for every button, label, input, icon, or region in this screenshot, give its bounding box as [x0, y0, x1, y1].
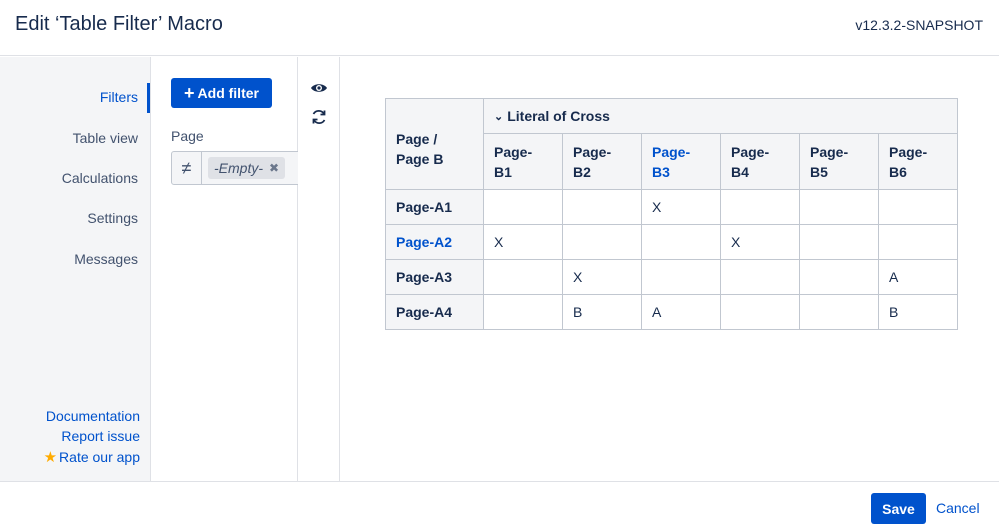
- sidebar-item-settings[interactable]: Settings: [87, 210, 138, 226]
- filter-value-chip: -Empty- ✖: [208, 157, 286, 179]
- row-header[interactable]: Page-A1: [385, 189, 484, 225]
- column-header[interactable]: Page- B2: [562, 133, 642, 190]
- column-header-line2: B6: [889, 163, 907, 180]
- column-header[interactable]: Page- B1: [483, 133, 563, 190]
- column-header[interactable]: Page- B4: [720, 133, 800, 190]
- dialog-title: Edit ‘Table Filter’ Macro: [15, 13, 223, 35]
- dialog-footer: Save Cancel: [0, 481, 999, 531]
- star-icon: ★: [43, 449, 58, 466]
- table-cell: [720, 189, 800, 225]
- version-label: v12.3.2-SNAPSHOT: [855, 17, 983, 33]
- cancel-button[interactable]: Cancel: [936, 500, 980, 516]
- table-row: Page-A1 X: [385, 189, 958, 225]
- column-header-line1: Page-: [573, 143, 612, 160]
- table-cell: [641, 224, 721, 260]
- column-header-line1: Page-: [652, 143, 691, 160]
- table-cell: [562, 224, 642, 260]
- column-header-line2: B1: [494, 163, 512, 180]
- eye-icon[interactable]: [310, 79, 328, 97]
- add-filter-button[interactable]: + Add filter: [171, 78, 272, 108]
- chevron-down-icon: ⌄: [494, 111, 504, 123]
- sidebar-item-messages[interactable]: Messages: [74, 251, 138, 267]
- table-cell: A: [641, 294, 721, 330]
- row-header[interactable]: Page-A3: [385, 259, 484, 295]
- table-cell: [562, 189, 642, 225]
- plus-icon: +: [184, 83, 195, 103]
- sidebar-item-filters[interactable]: Filters: [100, 89, 138, 105]
- sidebar: Filters Table view Calculations Settings…: [0, 57, 150, 481]
- chip-label: -Empty-: [214, 160, 263, 176]
- table-cell: A: [878, 259, 958, 295]
- table-cell: [483, 259, 563, 295]
- table-cell: B: [562, 294, 642, 330]
- rate-app-label: Rate our app: [59, 449, 140, 465]
- table-row: Page-A4 B A B: [385, 294, 958, 330]
- column-header-line1: Page-: [731, 143, 770, 160]
- table-cell: [799, 259, 879, 295]
- add-filter-label: Add filter: [197, 85, 259, 101]
- rate-app-link[interactable]: ★ Rate our app: [44, 448, 140, 466]
- report-issue-link[interactable]: Report issue: [61, 428, 140, 444]
- row-header-highlighted[interactable]: Page-A2: [385, 224, 484, 260]
- filter-panel: + Add filter Page ≠ -Empty- ✖: [150, 57, 311, 481]
- column-header-line2: B4: [731, 163, 749, 180]
- table-cell: [878, 224, 958, 260]
- sidebar-item-table-view[interactable]: Table view: [73, 130, 138, 146]
- filter-field-label: Page: [171, 128, 204, 144]
- not-equal-operator-toggle[interactable]: ≠: [172, 152, 202, 184]
- preview-area: Page / Page B ⌄ Literal of Cross Page- B1 …: [341, 57, 999, 481]
- dialog-header: Edit ‘Table Filter’ Macro v12.3.2-SNAPSH…: [0, 0, 999, 56]
- table-cell: [483, 189, 563, 225]
- table-cell: X: [641, 189, 721, 225]
- column-header-line1: Page-: [494, 143, 533, 160]
- row-header[interactable]: Page-A4: [385, 294, 484, 330]
- table-cell: [483, 294, 563, 330]
- column-group-header[interactable]: ⌄ Literal of Cross: [483, 98, 958, 134]
- tool-strip: [298, 57, 340, 481]
- column-header[interactable]: Page- B6: [878, 133, 958, 190]
- save-button[interactable]: Save: [871, 493, 926, 524]
- table-cell: [720, 259, 800, 295]
- filter-row: ≠ -Empty- ✖: [171, 151, 311, 185]
- table-cell: [799, 224, 879, 260]
- chip-remove-icon[interactable]: ✖: [269, 161, 279, 175]
- table-row: Page-A3 X A: [385, 259, 958, 295]
- sidebar-item-calculations[interactable]: Calculations: [62, 170, 138, 186]
- table-cell: [799, 189, 879, 225]
- table-cell: [720, 294, 800, 330]
- corner-label-line1: Page /: [396, 130, 438, 147]
- table-cell: B: [878, 294, 958, 330]
- table-cell: X: [483, 224, 563, 260]
- pivot-table: Page / Page B ⌄ Literal of Cross Page- B1 …: [385, 98, 958, 330]
- refresh-icon[interactable]: [310, 108, 328, 126]
- table-row: Page-A2 X X: [385, 224, 958, 260]
- documentation-link[interactable]: Documentation: [46, 408, 140, 424]
- column-header-line1: Page-: [810, 143, 849, 160]
- corner-label-line2: Page B: [396, 150, 444, 167]
- column-header-line2: B3: [652, 163, 670, 180]
- table-cell: X: [562, 259, 642, 295]
- column-header-line1: Page-: [889, 143, 928, 160]
- column-group-label: Literal of Cross: [507, 108, 610, 124]
- column-header-highlighted[interactable]: Page- B3: [641, 133, 721, 190]
- table-cell: [878, 189, 958, 225]
- corner-header: Page / Page B: [385, 98, 484, 190]
- table-cell: [799, 294, 879, 330]
- table-cell: [641, 259, 721, 295]
- column-header-line2: B2: [573, 163, 591, 180]
- table-cell: X: [720, 224, 800, 260]
- column-header-line2: B5: [810, 163, 828, 180]
- column-header[interactable]: Page- B5: [799, 133, 879, 190]
